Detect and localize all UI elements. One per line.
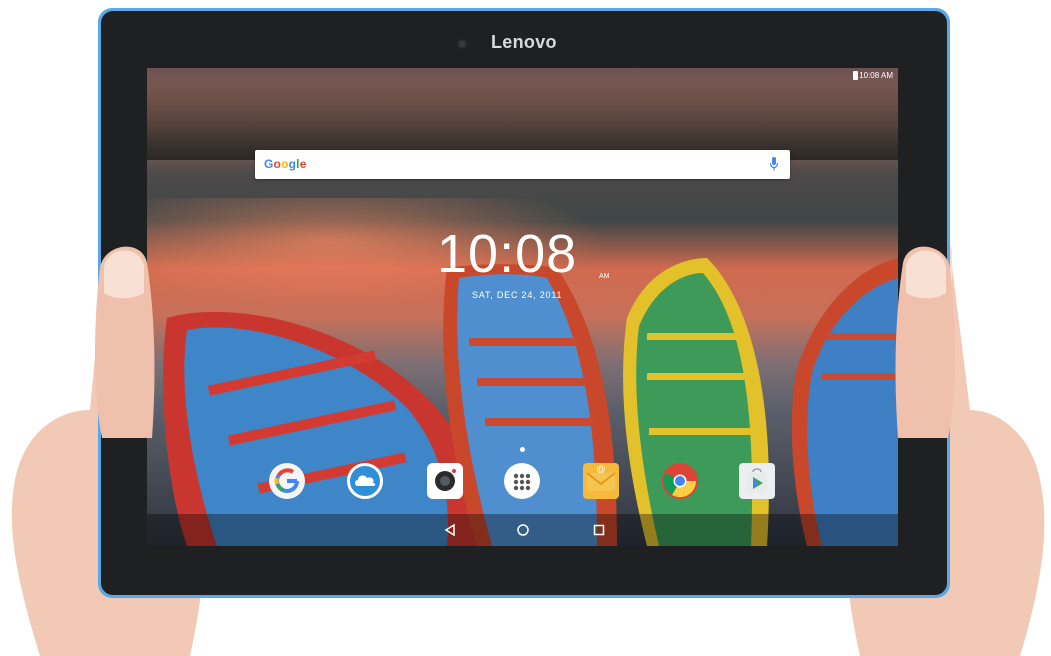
status-time: 10:08 AM xyxy=(859,71,893,80)
brand-logo: Lenovo xyxy=(491,32,557,52)
play-bag-icon xyxy=(747,468,767,493)
play-store-icon[interactable] xyxy=(739,463,775,499)
chrome-icon[interactable] xyxy=(662,463,698,499)
right-thumb xyxy=(895,246,955,438)
apps-dots-icon xyxy=(513,473,531,491)
google-icon[interactable] xyxy=(269,463,305,499)
cloud-shape-icon xyxy=(355,475,376,486)
envelope-icon: @ xyxy=(586,464,616,491)
google-search-bar[interactable]: Google xyxy=(255,150,790,179)
status-bar: 10:08 AM xyxy=(147,68,898,84)
google-logo: Google xyxy=(264,157,307,171)
apps-grid-icon[interactable] xyxy=(504,463,540,499)
clock-ampm: AM xyxy=(599,273,610,280)
email-icon[interactable]: @ xyxy=(583,463,619,499)
svg-text:@: @ xyxy=(596,464,605,474)
clock-time[interactable]: 10:08 xyxy=(437,224,577,284)
clock-date: SAT, DEC 24, 2011 xyxy=(472,290,563,300)
camera-icon[interactable] xyxy=(427,463,463,499)
google-g-icon xyxy=(274,468,299,493)
mic-icon[interactable] xyxy=(770,157,778,171)
battery-icon xyxy=(853,71,858,80)
product-photo: Lenovo 10:08 AM Google 10:08 AM SAT, DEC… xyxy=(0,0,1051,656)
front-camera-icon xyxy=(457,39,467,49)
left-thumb xyxy=(95,246,155,438)
home-icon[interactable] xyxy=(515,522,531,538)
recents-icon[interactable] xyxy=(591,522,607,538)
camera-lens-icon xyxy=(435,469,456,491)
cloud-icon[interactable] xyxy=(347,463,383,499)
tablet-device: Lenovo 10:08 AM Google 10:08 AM SAT, DEC… xyxy=(98,8,950,598)
navigation-bar xyxy=(147,514,898,546)
home-screen[interactable]: 10:08 AM Google 10:08 AM SAT, DEC 24, 20… xyxy=(147,68,898,546)
back-icon[interactable] xyxy=(442,522,458,538)
tablet-bezel: Lenovo 10:08 AM Google 10:08 AM SAT, DEC… xyxy=(101,11,947,595)
chrome-logo-icon xyxy=(663,473,697,498)
page-indicator xyxy=(520,447,525,452)
